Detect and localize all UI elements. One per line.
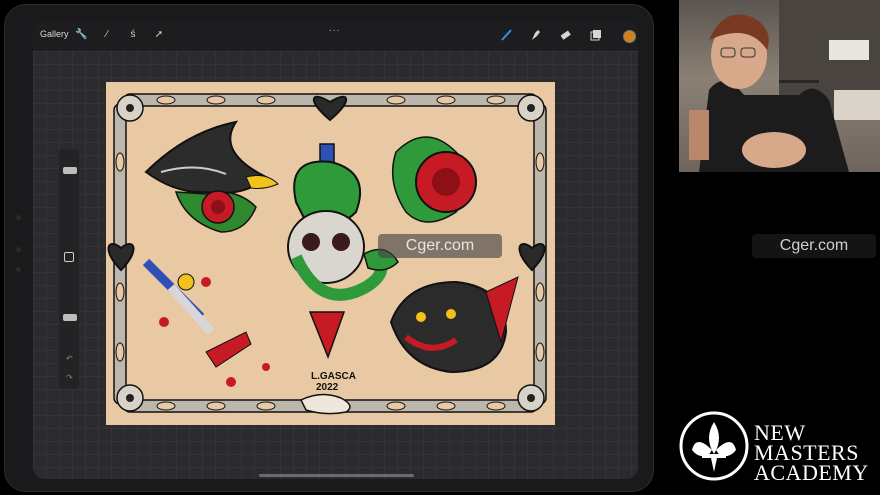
new-masters-academy-logo: NEW MASTERS ACADEMY: [676, 408, 880, 494]
smudge-icon[interactable]: [529, 29, 541, 41]
brush-size-slider[interactable]: [63, 167, 77, 174]
webcam-feed: [689, 0, 880, 172]
more-options-icon[interactable]: ...: [329, 23, 340, 34]
wrench-icon[interactable]: 🔧: [75, 29, 87, 41]
brand-line-3: ACADEMY: [754, 460, 869, 485]
sensor-dot: [16, 267, 21, 272]
magic-wand-icon[interactable]: ⁄: [101, 29, 113, 41]
small-dagger: [142, 258, 215, 335]
selection-s-icon[interactable]: ś: [127, 29, 139, 41]
top-toolbar: Gallery 🔧 ⁄ ś ➚ ...: [33, 21, 638, 51]
panther: [389, 276, 519, 374]
signature-year: 2022: [316, 382, 339, 393]
fleur-de-lis-icon: [679, 411, 749, 481]
instructor-webcam: [679, 0, 880, 172]
eagle-rose: [144, 120, 279, 233]
signature-name: L.GASCA: [311, 371, 356, 382]
layers-icon[interactable]: [590, 29, 602, 41]
eraser-icon[interactable]: [559, 29, 571, 41]
home-indicator: [259, 474, 414, 477]
color-picker[interactable]: [623, 30, 636, 43]
blood-cuts: [205, 331, 270, 387]
sensor-dot: [16, 247, 21, 252]
arrow-transform-icon[interactable]: ➚: [153, 29, 165, 41]
brush-icon[interactable]: [500, 29, 512, 41]
undo-icon[interactable]: ↶: [66, 354, 73, 363]
camera-dot: [16, 215, 21, 220]
gallery-button[interactable]: Gallery: [40, 29, 69, 39]
handshake: [299, 393, 351, 415]
brush-sidebar: ↶ ↷: [59, 149, 79, 389]
redo-icon[interactable]: ↷: [66, 373, 73, 382]
opacity-slider[interactable]: [63, 314, 77, 321]
watermark-side: Cger.com: [752, 234, 876, 258]
watermark-canvas: Cger.com: [378, 234, 502, 258]
heart-left: [107, 243, 135, 272]
modify-button[interactable]: [64, 252, 74, 262]
rose: [391, 136, 477, 223]
